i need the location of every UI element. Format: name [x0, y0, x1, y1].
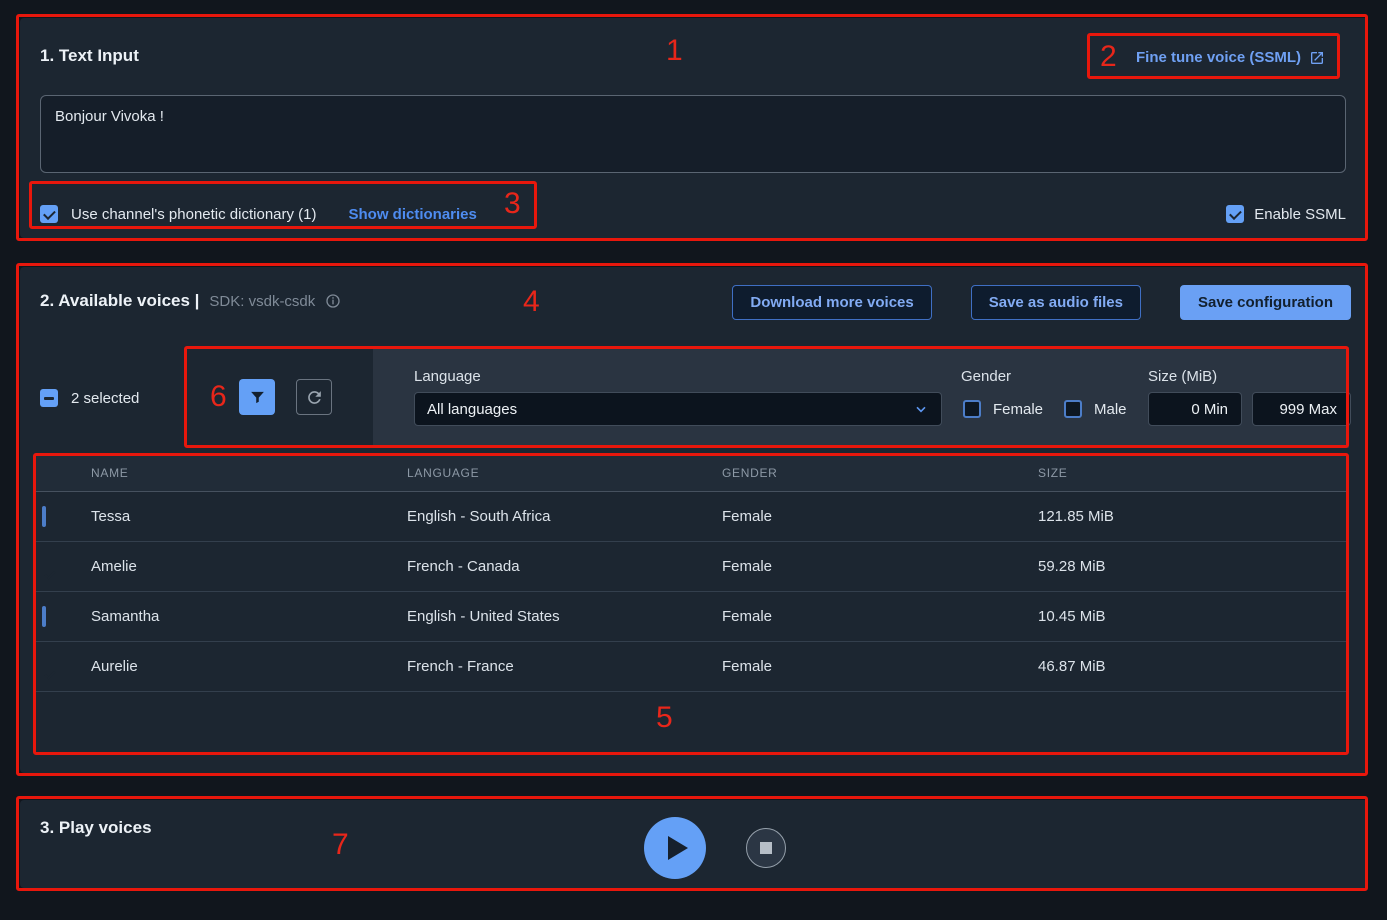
- sdk-label: SDK: vsdk-csdk: [209, 293, 315, 310]
- filter-funnel-icon: [249, 389, 266, 406]
- size-filter-label: Size (MiB): [1148, 368, 1217, 385]
- phonetic-dictionary-checkbox[interactable]: [40, 205, 58, 223]
- gender-female-option: Female: [963, 400, 1043, 418]
- voices-table: NAME LANGUAGE GENDER SIZE Tessa English …: [33, 455, 1349, 755]
- filter-panel: Language All languages Gender Female Mal…: [373, 347, 1349, 448]
- language-select-value: All languages: [427, 401, 517, 418]
- refresh-icon: [305, 388, 324, 407]
- info-icon[interactable]: [325, 293, 341, 309]
- voice-gender: Female: [722, 608, 1038, 625]
- column-header-size: SIZE: [1038, 466, 1349, 480]
- show-dictionaries-link[interactable]: Show dictionaries: [349, 206, 477, 223]
- text-to-speak-input[interactable]: Bonjour Vivoka !: [40, 95, 1346, 173]
- male-label: Male: [1094, 401, 1127, 418]
- voice-name: Samantha: [91, 608, 407, 625]
- voice-language: French - France: [407, 658, 722, 675]
- fine-tune-voice-link[interactable]: Fine tune voice (SSML): [1136, 49, 1325, 66]
- voice-language: French - Canada: [407, 558, 722, 575]
- gender-male-option: Male: [1064, 400, 1127, 418]
- male-checkbox[interactable]: [1064, 400, 1082, 418]
- tts-configuration-page: 1. Text Input Fine tune voice (SSML) Bon…: [0, 0, 1387, 920]
- play-voices-section: 3. Play voices: [20, 800, 1368, 888]
- table-row[interactable]: Tessa English - South Africa Female 121.…: [33, 492, 1349, 542]
- voice-size: 10.45 MiB: [1038, 608, 1349, 625]
- voices-actions: Download more voices Save as audio files…: [732, 285, 1351, 320]
- voice-size: 59.28 MiB: [1038, 558, 1349, 575]
- table-row[interactable]: Aurelie French - France Female 46.87 MiB: [33, 642, 1349, 692]
- voice-size: 46.87 MiB: [1038, 658, 1349, 675]
- voice-name: Amelie: [91, 558, 407, 575]
- external-link-icon: [1309, 50, 1325, 66]
- save-configuration-button[interactable]: Save configuration: [1180, 285, 1351, 320]
- voice-gender: Female: [722, 558, 1038, 575]
- female-label: Female: [993, 401, 1043, 418]
- play-icon: [668, 836, 688, 860]
- download-more-voices-button[interactable]: Download more voices: [732, 285, 931, 320]
- gender-filter-label: Gender: [961, 368, 1011, 385]
- voice-gender: Female: [722, 658, 1038, 675]
- available-voices-section: 2. Available voices | SDK: vsdk-csdk Dow…: [20, 267, 1368, 773]
- enable-ssml-checkbox[interactable]: [1226, 205, 1244, 223]
- female-checkbox[interactable]: [963, 400, 981, 418]
- size-min-input[interactable]: 0 Min: [1148, 392, 1242, 426]
- refresh-button[interactable]: [296, 379, 332, 415]
- fine-tune-voice-label: Fine tune voice (SSML): [1136, 49, 1301, 66]
- voice-name: Aurelie: [91, 658, 407, 675]
- selected-count-group: 2 selected: [40, 389, 139, 407]
- language-select[interactable]: All languages: [414, 392, 942, 426]
- size-max-input[interactable]: 999 Max: [1252, 392, 1351, 426]
- row-checkbox[interactable]: [42, 506, 46, 527]
- enable-ssml-label: Enable SSML: [1254, 206, 1346, 223]
- chevron-down-icon: [913, 401, 929, 417]
- select-all-checkbox[interactable]: [40, 389, 58, 407]
- filter-button[interactable]: [239, 379, 275, 415]
- voices-header: 2. Available voices | SDK: vsdk-csdk: [40, 291, 341, 311]
- stop-button[interactable]: [746, 828, 786, 868]
- play-voices-title: 3. Play voices: [40, 818, 152, 838]
- text-input-section: 1. Text Input Fine tune voice (SSML) Bon…: [20, 18, 1368, 238]
- text-input-title: 1. Text Input: [40, 46, 139, 66]
- voices-title: 2. Available voices |: [40, 291, 199, 311]
- voice-size: 121.85 MiB: [1038, 508, 1349, 525]
- table-row[interactable]: Samantha English - United States Female …: [33, 592, 1349, 642]
- column-header-language: LANGUAGE: [407, 466, 722, 480]
- row-checkbox[interactable]: [42, 606, 46, 627]
- voices-table-header: NAME LANGUAGE GENDER SIZE: [33, 455, 1349, 492]
- language-filter-label: Language: [414, 368, 481, 385]
- dictionary-options-row: Use channel's phonetic dictionary (1) Sh…: [40, 196, 1346, 232]
- column-header-gender: GENDER: [722, 466, 1038, 480]
- voice-gender: Female: [722, 508, 1038, 525]
- column-header-name: NAME: [91, 466, 407, 480]
- selected-count-label: 2 selected: [71, 390, 139, 407]
- voice-language: English - United States: [407, 608, 722, 625]
- table-row[interactable]: Amelie French - Canada Female 59.28 MiB: [33, 542, 1349, 592]
- voice-name: Tessa: [91, 508, 407, 525]
- stop-icon: [760, 842, 772, 854]
- voice-language: English - South Africa: [407, 508, 722, 525]
- play-button[interactable]: [644, 817, 706, 879]
- phonetic-dictionary-label: Use channel's phonetic dictionary (1): [71, 206, 317, 223]
- save-as-audio-files-button[interactable]: Save as audio files: [971, 285, 1141, 320]
